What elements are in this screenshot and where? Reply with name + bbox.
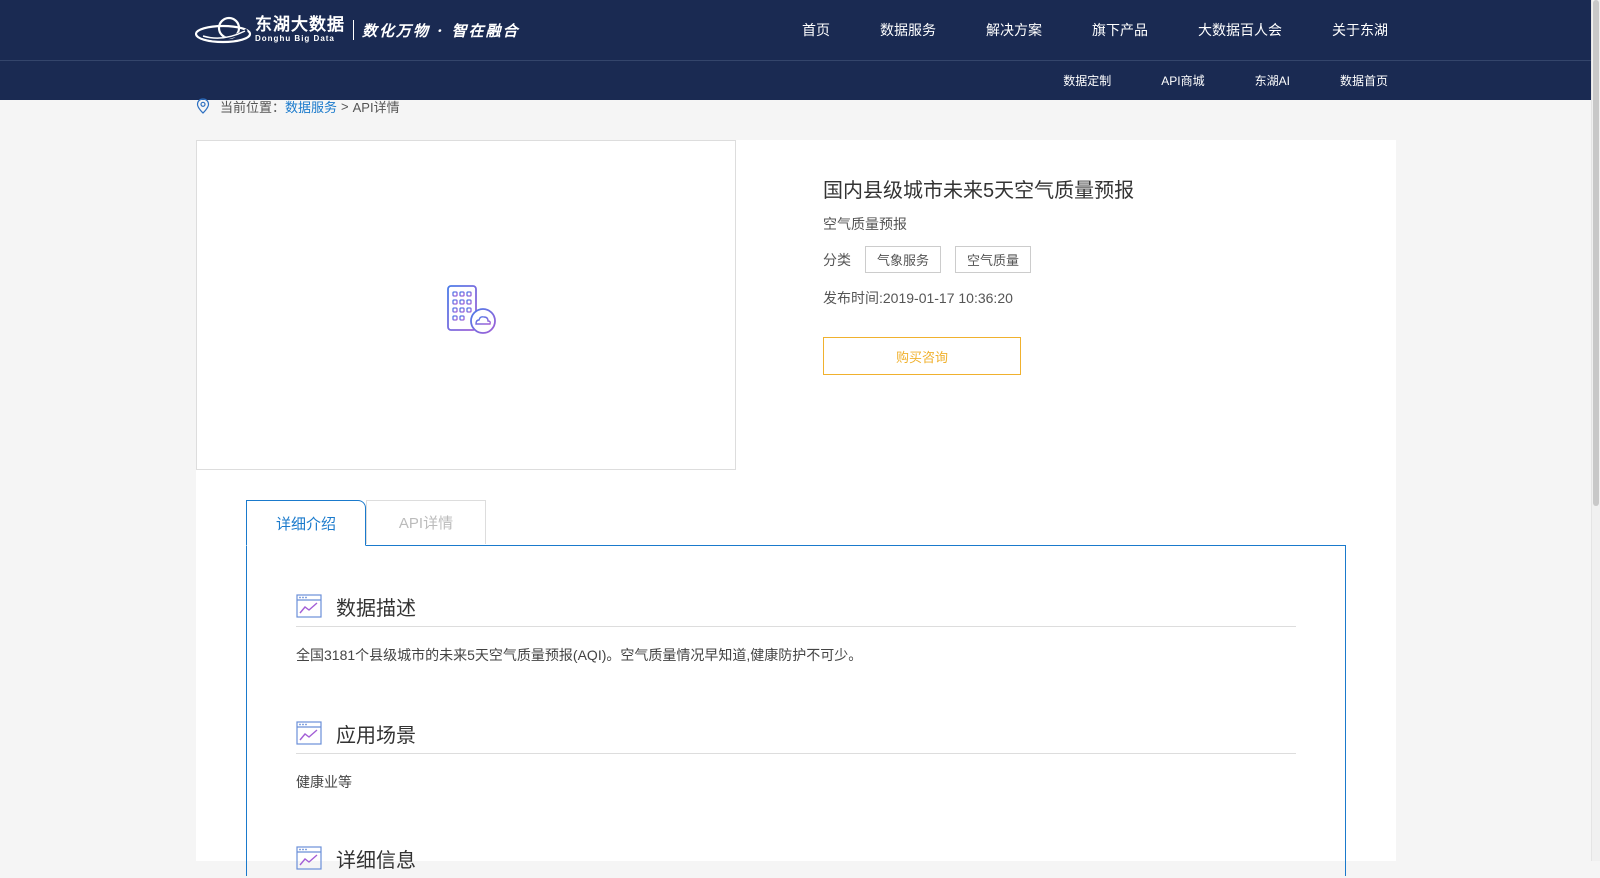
nav-data-services[interactable]: 数据服务 — [880, 20, 936, 40]
nav-products[interactable]: 旗下产品 — [1092, 20, 1148, 40]
tab-detail-intro[interactable]: 详细介绍 — [246, 500, 366, 546]
logo-en-text: Donghu Big Data — [255, 34, 335, 43]
section-data-description: 数据描述 全国3181个县级城市的未来5天空气质量预报(AQI)。空气质量情况早… — [296, 586, 1296, 665]
product-panel: 国内县级城市未来5天空气质量预报 空气质量预报 分类 气象服务 空气质量 发布时… — [196, 140, 1396, 470]
page-scrollbar[interactable] — [1591, 0, 1600, 861]
top-header: 东湖大数据 Donghu Big Data 数化万物 · 智在融合 首页 数据服… — [0, 0, 1592, 61]
logo-planet-icon — [195, 16, 252, 44]
product-subtitle: 空气质量预报 — [823, 216, 907, 232]
subnav-api-store[interactable]: API商城 — [1161, 72, 1204, 89]
scrollbar-thumb[interactable] — [1593, 0, 1599, 506]
subnav-data-custom[interactable]: 数据定制 — [1063, 72, 1111, 89]
category-tag[interactable]: 气象服务 — [865, 246, 942, 273]
nav-bigdata-club[interactable]: 大数据百人会 — [1198, 20, 1282, 40]
detail-tabs: 详细介绍 API详情 — [246, 500, 486, 546]
section-use-cases: 应用场景 健康业等 — [296, 713, 1296, 792]
product-title: 国内县级城市未来5天空气质量预报 — [823, 180, 1135, 202]
product-image — [196, 140, 736, 470]
subnav-data-home[interactable]: 数据首页 — [1340, 72, 1388, 89]
section-body: 全国3181个县级城市的未来5天空气质量预报(AQI)。空气质量情况早知道,健康… — [296, 647, 863, 663]
site-logo[interactable]: 东湖大数据 Donghu Big Data 数化万物 · 智在融合 — [195, 14, 520, 46]
logo-divider — [353, 20, 354, 40]
nav-solutions[interactable]: 解决方案 — [986, 20, 1042, 40]
sub-nav: 数据定制 API商城 东湖AI 数据首页 — [1013, 61, 1388, 100]
location-pin-icon — [196, 98, 210, 114]
chart-window-icon — [296, 846, 322, 870]
section-title: 应用场景 — [336, 724, 416, 747]
buy-consult-button[interactable]: 购买咨询 — [823, 337, 1021, 375]
city-cloud-icon — [447, 285, 496, 334]
publish-time: 发布时间:2019-01-17 10:36:20 — [823, 290, 1013, 306]
logo-slogan: 数化万物 · 智在融合 — [362, 21, 520, 40]
logo-cn-text: 东湖大数据 — [255, 15, 345, 34]
breadcrumb-link-data-services[interactable]: 数据服务 — [285, 97, 337, 116]
section-title: 详细信息 — [336, 849, 416, 872]
section-detail-info: 详细信息 — [296, 838, 1296, 878]
sub-header: 数据定制 API商城 东湖AI 数据首页 — [0, 61, 1592, 100]
tab-api-detail[interactable]: API详情 — [366, 500, 486, 544]
nav-home[interactable]: 首页 — [802, 20, 830, 40]
section-body: 健康业等 — [296, 774, 352, 790]
product-category: 分类 气象服务 空气质量 — [823, 246, 1032, 273]
chart-window-icon — [296, 721, 322, 745]
breadcrumb: 当前位置： 数据服务 > API详情 — [196, 96, 400, 116]
section-title: 数据描述 — [336, 597, 416, 620]
breadcrumb-prefix: 当前位置： — [220, 99, 286, 115]
detail-content: 数据描述 全国3181个县级城市的未来5天空气质量预报(AQI)。空气质量情况早… — [246, 545, 1346, 876]
chart-window-icon — [296, 594, 322, 618]
main-nav: 首页 数据服务 解决方案 旗下产品 大数据百人会 关于东湖 — [752, 0, 1388, 60]
nav-about[interactable]: 关于东湖 — [1332, 20, 1388, 40]
category-tag[interactable]: 空气质量 — [955, 246, 1032, 273]
detail-area: 详细介绍 API详情 数据描述 全国3181个县级城市的未来5天空气质量预报(A… — [196, 470, 1396, 876]
breadcrumb-separator: > — [341, 98, 349, 114]
breadcrumb-current: API详情 — [352, 99, 400, 115]
category-label: 分类 — [823, 251, 851, 268]
subnav-donghu-ai[interactable]: 东湖AI — [1255, 72, 1290, 89]
